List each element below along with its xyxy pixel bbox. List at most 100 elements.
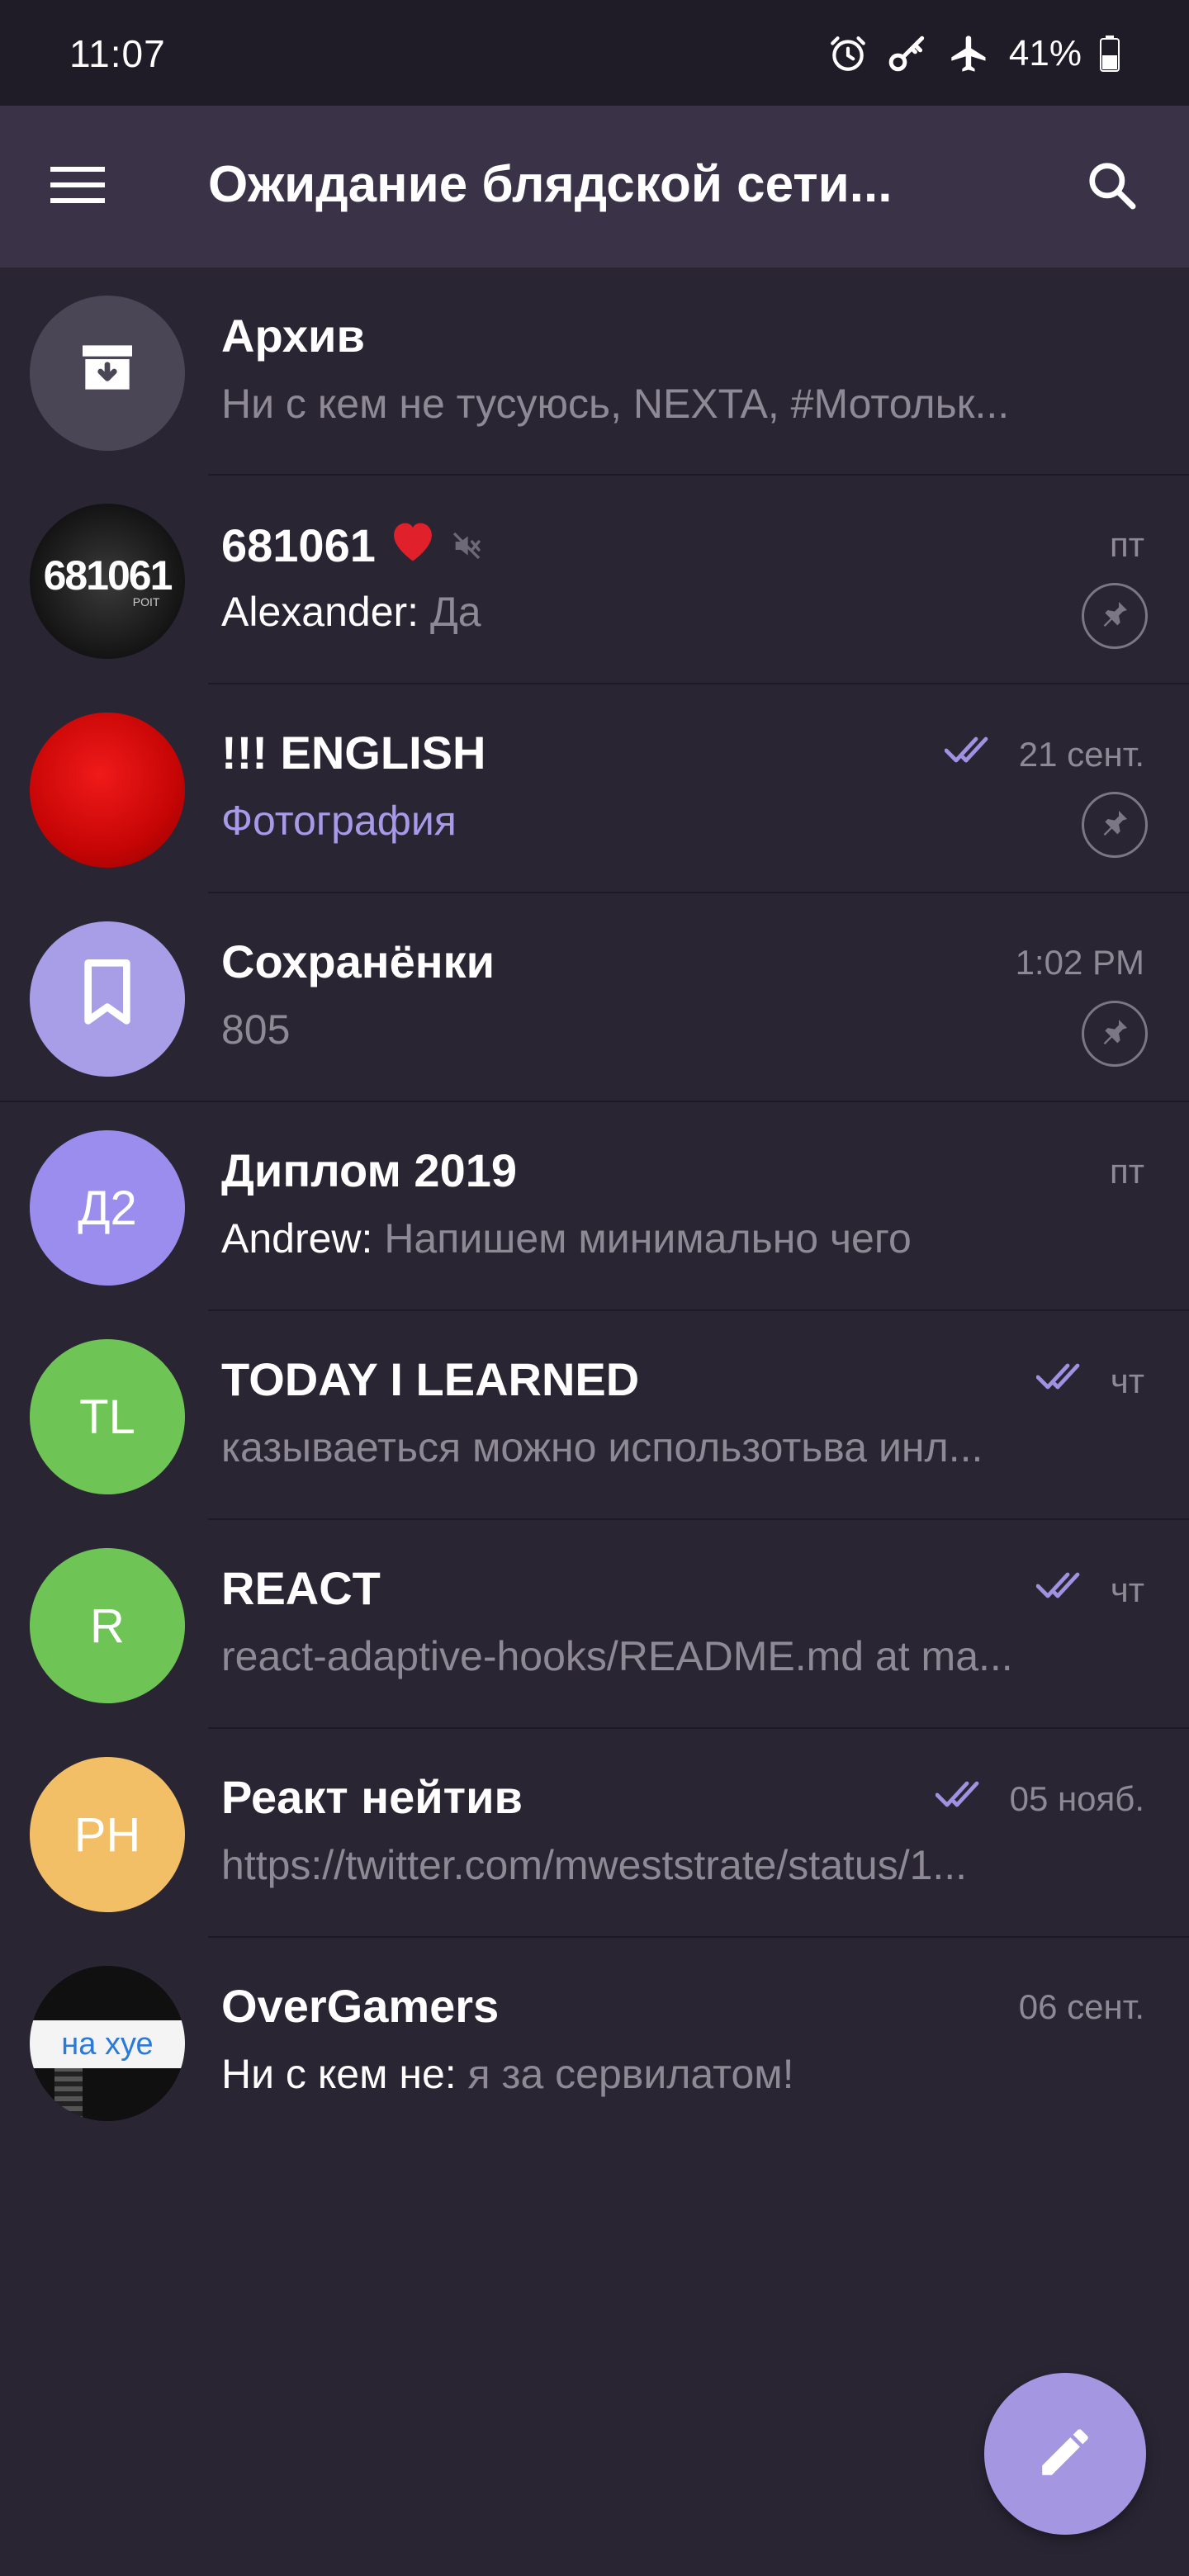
- avatar-logo: 681061 POIT: [43, 552, 173, 608]
- double-check-icon: [944, 734, 1001, 775]
- avatar-text: 681061: [43, 552, 173, 599]
- avatar-initials: PH: [73, 1807, 141, 1862]
- chat-message: я за сервилатом!: [467, 2051, 794, 2097]
- avatar: 681061 POIT: [30, 504, 185, 659]
- avatar-subtext: POIT: [132, 595, 160, 608]
- double-check-icon: [1035, 1570, 1092, 1611]
- chat-title: REACT: [221, 1561, 381, 1615]
- battery-icon: [1100, 36, 1120, 72]
- bookmark-icon: [74, 956, 140, 1042]
- chat-time-text: чт: [1110, 1570, 1144, 1609]
- avatar: [30, 921, 185, 1077]
- avatar: на хуе: [30, 1966, 185, 2121]
- avatar-initials: Д2: [78, 1181, 137, 1235]
- chat-list: Архив Ни с кем не тусуюсь, NEXTA, #Мотол…: [0, 268, 1189, 2147]
- pin-icon: [1098, 807, 1131, 844]
- chat-title-text: Архив: [221, 310, 365, 362]
- key-icon: [887, 33, 930, 74]
- avatar: TL: [30, 1339, 185, 1494]
- search-icon: [1086, 159, 1137, 215]
- battery-percent: 41%: [1008, 33, 1082, 73]
- chat-title-text: Сохранёнки: [221, 935, 495, 987]
- chat-preview: react-adaptive-hooks/README.md at ma...: [221, 1633, 1013, 1679]
- chat-time: 1:02 PM: [1015, 943, 1144, 982]
- chat-time: 21 сент.: [944, 734, 1144, 775]
- chat-title-text: OverGamers: [221, 1980, 500, 2032]
- chat-title: Сохранёнки: [221, 935, 495, 988]
- chat-time: чт: [1035, 1361, 1144, 1402]
- chat-title-text: Реакт нейтив: [221, 1771, 523, 1823]
- chat-preview: Ни с кем не: я за сервилатом!: [221, 2050, 1105, 2098]
- double-check-icon: [1035, 1361, 1092, 1402]
- hamburger-menu-icon: [50, 165, 105, 209]
- chat-title-text: REACT: [221, 1562, 381, 1614]
- chat-row-681061[interactable]: 681061 POIT 681061 пт Alexander: Да: [0, 476, 1189, 684]
- chat-title: 681061: [221, 517, 483, 574]
- chat-title: !!! ENGLISH: [221, 726, 486, 779]
- chat-sender: Andrew:: [221, 1215, 385, 1262]
- chat-title: Реакт нейтив: [221, 1770, 523, 1824]
- chat-preview: Andrew: Напишем минимально чего: [221, 1215, 1105, 1262]
- avatar-caption: на хуе: [61, 2026, 154, 2062]
- chat-preview: казываеться можно использотьва инл...: [221, 1424, 983, 1470]
- avatar: [30, 713, 185, 868]
- pin-badge: [1082, 792, 1148, 858]
- chat-title: OverGamers: [221, 1979, 499, 2033]
- compose-button[interactable]: [984, 2373, 1146, 2535]
- chat-title-text: TODAY I LEARNED: [221, 1353, 640, 1405]
- search-button[interactable]: [1075, 150, 1148, 223]
- chat-preview: Alexander: Да: [221, 588, 1105, 636]
- chat-time: 05 нояб.: [935, 1778, 1144, 1820]
- status-icons: 41%: [827, 30, 1120, 78]
- chat-row-react-native[interactable]: PH Реакт нейтив 05 нояб. https://twitter…: [0, 1729, 1189, 1938]
- chat-time: 06 сент.: [1018, 1987, 1144, 2026]
- avatar-initials: R: [90, 1598, 125, 1653]
- chat-time-text: чт: [1110, 1361, 1144, 1400]
- alarm-icon: [827, 33, 869, 74]
- chat-title-text: 681061: [221, 519, 376, 571]
- chat-time-text: 05 нояб.: [1009, 1779, 1144, 1818]
- app-bar: Ожидание блядской сети...: [0, 106, 1189, 268]
- chat-row-til[interactable]: TL TODAY I LEARNED чт казываеться можно …: [0, 1311, 1189, 1520]
- muted-icon: [450, 529, 483, 562]
- chat-row-archive[interactable]: Архив Ни с кем не тусуюсь, NEXTA, #Мотол…: [0, 268, 1189, 476]
- archive-icon: [74, 334, 140, 412]
- pencil-icon: [1035, 2422, 1096, 2487]
- chat-time: чт: [1035, 1570, 1144, 1611]
- chat-message: Да: [429, 589, 481, 635]
- chat-preview: https://twitter.com/mweststrate/status/1…: [221, 1842, 968, 1888]
- pin-icon: [1098, 598, 1131, 635]
- chat-title-text: !!! ENGLISH: [221, 727, 486, 779]
- chat-preview: 805: [221, 1006, 291, 1053]
- chat-row-english[interactable]: !!! ENGLISH 21 сент. Фотография: [0, 684, 1189, 893]
- heart-icon: [387, 517, 438, 574]
- pin-badge: [1082, 1001, 1148, 1067]
- status-time: 11:07: [69, 32, 166, 75]
- avatar-initials: TL: [79, 1390, 135, 1444]
- menu-button[interactable]: [45, 154, 111, 220]
- chat-time: пт: [1110, 1152, 1144, 1191]
- chat-row-react[interactable]: R REACT чт react-adaptive-hooks/README.m…: [0, 1520, 1189, 1729]
- avatar: [30, 296, 185, 451]
- airplane-icon: [948, 32, 991, 75]
- chat-row-saved[interactable]: Сохранёнки 1:02 PM 805: [0, 893, 1189, 1102]
- chat-title-text: Диплом 2019: [221, 1144, 518, 1196]
- avatar: Д2: [30, 1130, 185, 1286]
- page-title: Ожидание блядской сети...: [208, 156, 893, 213]
- chat-title: Диплом 2019: [221, 1144, 517, 1197]
- avatar: PH: [30, 1757, 185, 1912]
- chat-time-text: 21 сент.: [1018, 735, 1144, 774]
- pin-badge: [1082, 583, 1148, 649]
- chat-row-diplom[interactable]: Д2 Диплом 2019 пт Andrew: Напишем минима…: [0, 1102, 1189, 1311]
- chat-row-overgamers[interactable]: на хуе OverGamers 06 сент. Ни с кем не: …: [0, 1938, 1189, 2147]
- chat-preview: Ни с кем не тусуюсь, NEXTA, #Мотольк...: [221, 381, 1010, 427]
- chat-message: Напишем минимально чего: [384, 1215, 912, 1262]
- avatar-banner: на хуе: [30, 2020, 185, 2068]
- chat-preview: Фотография: [221, 798, 457, 844]
- chat-title: Архив: [221, 309, 365, 362]
- chat-sender: Alexander:: [221, 589, 430, 635]
- chat-sender: Ни с кем не:: [221, 2051, 468, 2097]
- pin-icon: [1098, 1016, 1131, 1053]
- chat-title: TODAY I LEARNED: [221, 1352, 639, 1406]
- double-check-icon: [935, 1778, 992, 1820]
